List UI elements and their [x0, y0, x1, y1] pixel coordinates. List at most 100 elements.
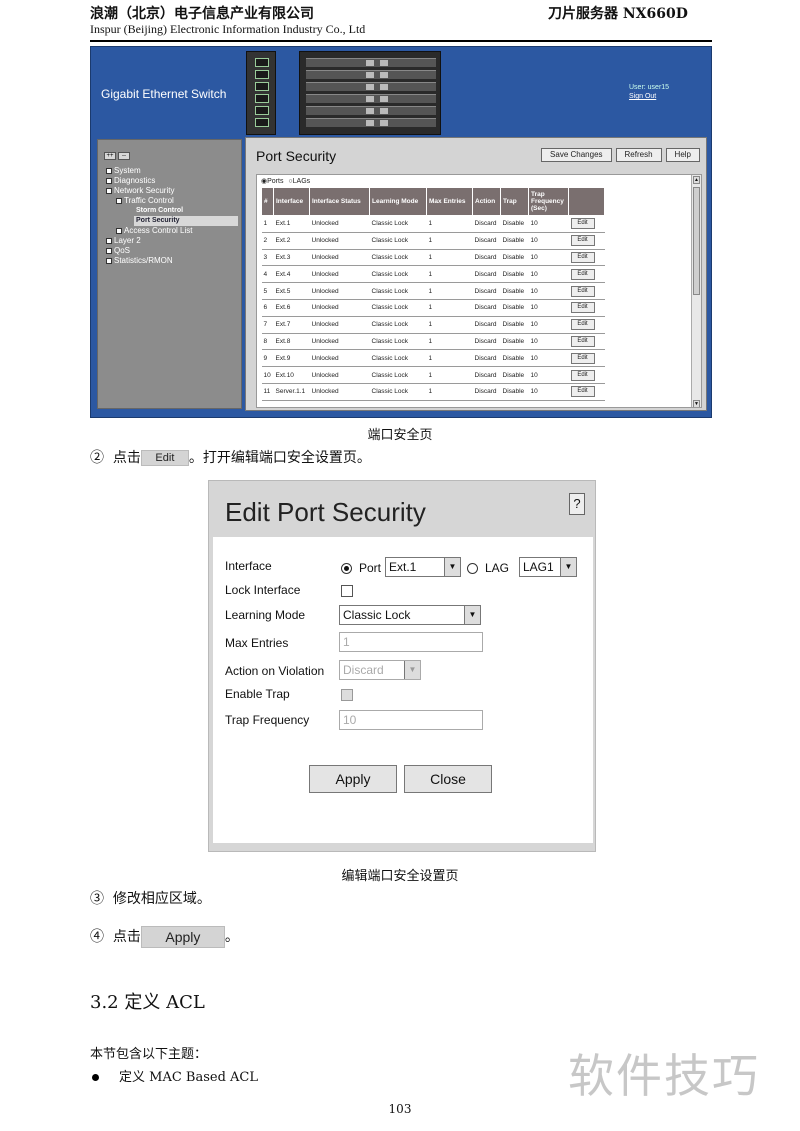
save-changes-button[interactable]: Save Changes [541, 148, 612, 162]
table-cell: Edit [568, 316, 605, 334]
nav-item-qos[interactable]: QoS [106, 246, 130, 256]
table-cell: Ext.4 [273, 265, 310, 284]
scroll-thumb[interactable] [693, 187, 700, 295]
nav-item-system[interactable]: System [106, 166, 141, 176]
table-cell: 1 [426, 366, 473, 384]
chevron-down-icon: ▼ [560, 558, 576, 576]
nav-item-storm-control[interactable]: Storm Control [136, 206, 183, 216]
table-cell: 10 [528, 349, 569, 368]
sign-out-link[interactable]: Sign Out [629, 92, 669, 101]
edit-button[interactable]: Edit [570, 235, 595, 247]
port-label: Port [359, 561, 382, 575]
table-cell: 9 [261, 349, 274, 368]
close-button[interactable]: Close [404, 765, 492, 793]
lock-interface-checkbox[interactable] [341, 585, 353, 597]
column-header: Interface Status [309, 187, 370, 216]
apply-button[interactable]: Apply [309, 765, 397, 793]
table-cell: Discard [472, 265, 501, 284]
scroll-up-icon[interactable]: ▲ [693, 176, 700, 184]
edit-button[interactable]: Edit [570, 352, 595, 364]
banner-title: Gigabit Ethernet Switch [101, 87, 227, 101]
edit-button[interactable]: Edit [570, 218, 595, 230]
table-row: 1 Ext.1 Unlocked Classic Lock 1 Discard Disabl… [261, 215, 605, 233]
learning-mode-select[interactable]: Classic Lock ▼ [339, 605, 481, 625]
table-cell: 10 [528, 366, 569, 384]
nav-item-statistics[interactable]: Statistics/RMON [106, 256, 173, 266]
table-cell: Unlocked [309, 265, 370, 284]
bullet-icon [92, 1074, 99, 1081]
port-select[interactable]: Ext.1 ▼ [385, 557, 461, 577]
chevron-down-icon: ▼ [464, 606, 480, 624]
table-cell: Ext.10 [273, 366, 310, 384]
vertical-scrollbar[interactable]: ▲ ▼ [691, 175, 701, 407]
edit-button[interactable]: Edit [570, 386, 595, 398]
table-cell: 1 [426, 282, 473, 300]
edit-button[interactable]: Edit [570, 251, 595, 263]
help-button[interactable]: Help [665, 148, 700, 162]
edit-button[interactable]: Edit [570, 319, 595, 331]
plus-icon [106, 257, 112, 264]
table-row: 3 Ext.3 Unlocked Classic Lock 1 Discard Disabl… [261, 249, 605, 267]
lag-radio[interactable] [467, 563, 478, 574]
table-cell: 1 [426, 383, 473, 401]
chevron-down-icon: ▼ [444, 558, 460, 576]
collapse-all-button[interactable]: -- [118, 152, 130, 160]
nav-item-port-security[interactable]: Port Security [134, 216, 238, 226]
table-cell: Discard [472, 349, 501, 368]
port-lag-radios: ◉Ports ○LAGs [261, 177, 310, 185]
table-cell: Disable [500, 299, 529, 317]
table-cell: Discard [472, 232, 501, 250]
lock-interface-label: Lock Interface [225, 583, 301, 597]
table-cell: 10 [528, 383, 569, 401]
lag-select[interactable]: LAG1 ▼ [519, 557, 577, 577]
edit-button[interactable]: Edit [570, 285, 595, 297]
table-cell: Discard [472, 316, 501, 334]
table-row: 2 Ext.2 Unlocked Classic Lock 1 Discard Disabl… [261, 232, 605, 250]
nav-item-traffic-control[interactable]: Traffic Control [116, 196, 174, 206]
edit-button[interactable]: Edit [570, 302, 595, 314]
nav-item-network-security[interactable]: Network Security [106, 186, 174, 196]
edit-button[interactable]: Edit [570, 335, 595, 347]
step-3: ③ 修改相应区域。 [90, 891, 211, 907]
table-row: 6 Ext.6 Unlocked Classic Lock 1 Discard Disabl… [261, 299, 605, 317]
ports-radio[interactable]: ◉Ports [261, 178, 283, 185]
enable-trap-checkbox[interactable] [341, 689, 353, 701]
table-cell: 8 [261, 333, 274, 351]
table-cell: Disable [500, 316, 529, 334]
plus-icon [106, 167, 112, 174]
nav-item-diagnostics[interactable]: Diagnostics [106, 176, 155, 186]
nav-item-access-control-list[interactable]: Access Control List [116, 226, 192, 236]
table-cell: Edit [568, 383, 605, 401]
table-cell: Classic Lock [369, 265, 427, 284]
table-cell: 1 [426, 333, 473, 351]
step-2: ② 点击 Edit 。打开编辑端口安全设置页。 [90, 450, 371, 466]
table-cell: Ext.9 [273, 349, 310, 368]
action-on-violation-select[interactable]: Discard ▼ [339, 660, 421, 680]
table-cell: 10 [528, 249, 569, 267]
nav-item-layer2[interactable]: Layer 2 [106, 236, 141, 246]
column-header: Trap Frequency (Sec) [528, 187, 569, 216]
table-cell: Disable [500, 265, 529, 284]
port-radio[interactable] [341, 563, 352, 574]
lags-radio[interactable]: ○LAGs [288, 178, 310, 185]
lag-label: LAG [485, 561, 510, 575]
trap-frequency-input[interactable]: 10 [339, 710, 483, 730]
table-cell: Ext.3 [273, 249, 310, 267]
refresh-button[interactable]: Refresh [615, 148, 662, 162]
table-cell: Disable [500, 383, 529, 401]
table-cell: Classic Lock [369, 282, 427, 300]
scroll-down-icon[interactable]: ▼ [693, 400, 700, 407]
edit-button[interactable]: Edit [570, 268, 595, 280]
max-entries-input[interactable]: 1 [339, 632, 483, 652]
action-on-violation-label: Action on Violation [225, 664, 325, 678]
table-cell: Ext.5 [273, 282, 310, 300]
header-company-cn: 浪潮（北京）电子信息产业有限公司 [90, 6, 314, 22]
help-icon[interactable]: ? [569, 493, 585, 515]
expand-all-button[interactable]: ++ [104, 152, 116, 160]
edit-button[interactable]: Edit [570, 369, 595, 381]
table-row: 11 Server.1.1 Unlocked Classic Lock 1 Discard… [261, 383, 605, 401]
section-title: 3.2 定义 ACL [90, 992, 205, 1013]
step-4: ④ 点击 Apply。 [90, 926, 239, 948]
plus-icon [106, 237, 112, 244]
table-cell: Classic Lock [369, 349, 427, 368]
